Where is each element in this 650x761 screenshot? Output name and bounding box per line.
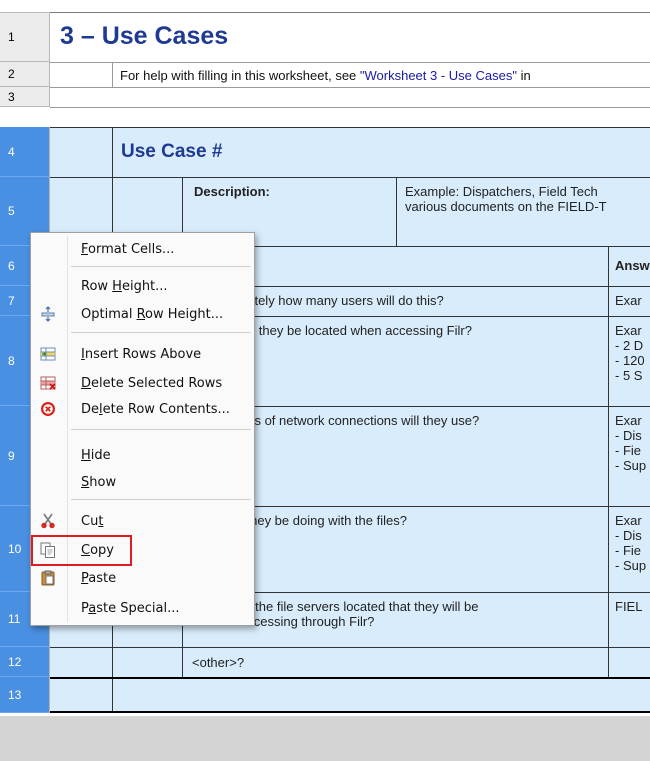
answer-header: Answ	[615, 258, 650, 273]
description-label: Description:	[194, 184, 270, 199]
grid-line	[50, 647, 650, 648]
delete-rows-icon	[40, 375, 56, 391]
answer-8-line: - 2 D	[615, 338, 644, 353]
answer-8-line: Exar	[615, 323, 642, 338]
answer-10-line: - Dis	[615, 528, 642, 543]
question-7: nately how many users will do this?	[240, 293, 444, 308]
answer-7: Exar	[615, 293, 642, 308]
question-12: <other>?	[192, 655, 245, 670]
grid-line	[50, 62, 650, 63]
menu-item-format-cells[interactable]: Format Cells...	[31, 236, 254, 262]
menu-item-label: Paste	[81, 570, 117, 586]
sheet-title: 3 – Use Cases	[60, 22, 229, 50]
description-line-2: various documents on the FIELD-T	[405, 199, 607, 214]
answer-9-line: Exar	[615, 413, 642, 428]
question-8: vill they be located when accessing Filr…	[240, 323, 472, 338]
menu-item-label: Row Height...	[81, 278, 168, 294]
answer-9-line: - Fie	[615, 443, 641, 458]
menu-item-label: Cut	[81, 513, 104, 529]
row-header-12[interactable]: 12	[0, 647, 50, 677]
grid-line	[50, 87, 650, 88]
answer-8-line: - 120	[615, 353, 645, 368]
answer-9-line: - Sup	[615, 458, 647, 473]
grid-line	[50, 677, 650, 679]
grid-line	[396, 177, 397, 246]
row-header-3[interactable]: 3	[0, 87, 50, 107]
menu-item-label: Delete Selected Rows	[81, 375, 223, 391]
clipboard-icon	[40, 570, 56, 586]
menu-item-row-height[interactable]: Row Height...	[31, 273, 254, 299]
menu-item-label: Paste Special...	[81, 600, 180, 616]
delete-contents-icon	[40, 401, 56, 417]
menu-item-cut[interactable]: Cut	[31, 508, 254, 534]
question-9: nds of network connections will they use…	[240, 413, 480, 428]
menu-item-label: Optimal Row Height...	[81, 306, 224, 322]
answer-10-line: Exar	[615, 513, 642, 528]
context-menu[interactable]: Format Cells... Row Height... Optimal Ro…	[30, 232, 255, 626]
row-header-1[interactable]: 1	[0, 12, 50, 62]
grid-line	[112, 62, 113, 87]
copy-highlight-box	[31, 535, 132, 566]
answer-10-line: - Fie	[615, 543, 641, 558]
menu-item-hide[interactable]: Hide	[31, 442, 254, 468]
question-11-line-2: accessing through Filr?	[240, 614, 375, 629]
header-top-line	[0, 12, 50, 13]
answer-8-line: - 5 S	[615, 368, 643, 383]
table-top-border	[50, 127, 650, 128]
help-text: For help with filling in this worksheet,…	[120, 68, 531, 83]
row-header-2[interactable]: 2	[0, 62, 50, 87]
answer-10-line: - Sup	[615, 558, 647, 573]
grid-line	[50, 177, 650, 178]
menu-item-label: Format Cells...	[81, 241, 175, 257]
menu-separator	[71, 429, 251, 430]
menu-item-label: Insert Rows Above	[81, 346, 202, 362]
menu-separator	[71, 499, 251, 500]
menu-item-show[interactable]: Show	[31, 469, 254, 495]
menu-item-paste[interactable]: Paste	[31, 565, 254, 591]
menu-separator	[71, 332, 251, 333]
menu-item-label: Delete Row Contents...	[81, 401, 230, 417]
row-header-4[interactable]: 4	[0, 127, 50, 177]
question-10: l they be doing with the files?	[240, 513, 407, 528]
menu-item-paste-special[interactable]: Paste Special...	[31, 595, 254, 621]
scissors-icon	[40, 513, 56, 529]
menu-item-delete-row-contents[interactable]: Delete Row Contents...	[31, 396, 254, 422]
menu-item-label: Hide	[81, 447, 111, 463]
grid-line	[50, 107, 650, 108]
menu-separator	[71, 266, 251, 267]
answer-11: FIEL	[615, 599, 643, 614]
menu-item-delete-selected-rows[interactable]: Delete Selected Rows	[31, 370, 254, 396]
use-case-heading: Use Case #	[121, 141, 223, 162]
question-11-line-1: re the file servers located that they wi…	[240, 599, 479, 614]
insert-rows-icon	[40, 346, 56, 362]
grid-line	[608, 246, 609, 677]
grid-line	[50, 711, 650, 713]
optimal-row-height-icon	[40, 306, 56, 322]
grid-line	[50, 12, 650, 13]
answer-9-line: - Dis	[615, 428, 642, 443]
menu-item-optimal-row-height[interactable]: Optimal Row Height...	[31, 301, 254, 327]
row-header-13[interactable]: 13	[0, 677, 50, 713]
description-line-1: Example: Dispatchers, Field Tech	[405, 184, 598, 199]
help-link[interactable]: "Worksheet 3 - Use Cases"	[360, 68, 517, 83]
menu-item-insert-rows-above[interactable]: Insert Rows Above	[31, 341, 254, 367]
menu-item-label: Show	[81, 474, 117, 490]
